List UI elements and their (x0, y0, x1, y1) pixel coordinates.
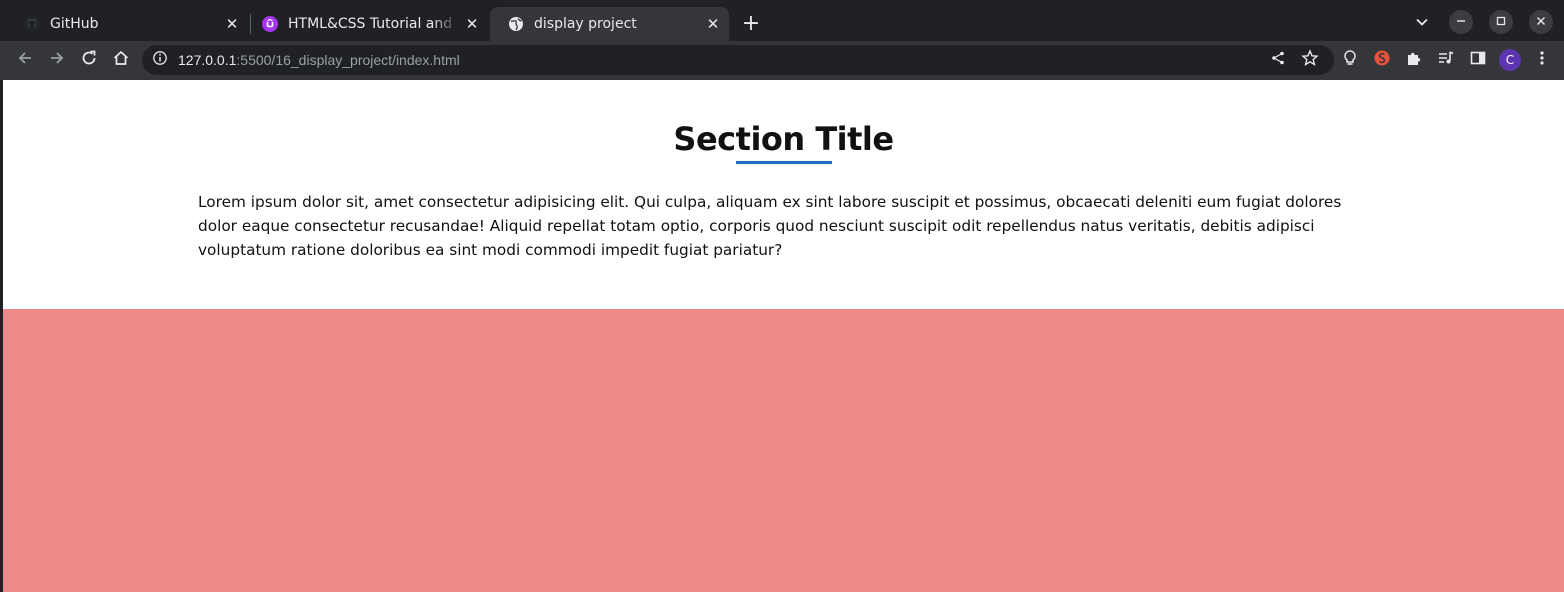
reload-icon (80, 49, 98, 71)
share-button[interactable] (1266, 48, 1290, 72)
arrow-right-icon (48, 49, 66, 71)
reload-button[interactable] (77, 48, 101, 72)
tab-display-project[interactable]: display project ✕ (490, 7, 729, 41)
url-path: :5500/16_display_project/index.html (236, 52, 460, 68)
section-title: Section Title (673, 120, 894, 158)
udemy-icon (262, 16, 278, 32)
star-icon (1301, 49, 1319, 71)
section-paragraph: Lorem ipsum dolor sit, amet consectetur … (198, 193, 1342, 259)
url-text[interactable]: 127.0.0.1:5500/16_display_project/index.… (178, 52, 460, 68)
info-icon (152, 50, 168, 70)
close-icon (1536, 15, 1546, 29)
close-icon[interactable]: ✕ (462, 14, 482, 34)
forward-button[interactable] (45, 48, 69, 72)
maximize-button[interactable] (1489, 10, 1513, 34)
chevron-down-icon (1415, 14, 1429, 33)
github-icon (24, 16, 40, 32)
side-panel-icon (1469, 49, 1487, 71)
share-icon (1270, 50, 1286, 70)
extension-lightbulb-button[interactable] (1338, 48, 1362, 72)
minimize-button[interactable] (1449, 10, 1473, 34)
new-tab-button[interactable]: + (738, 10, 764, 36)
site-info-button[interactable] (148, 48, 172, 72)
media-controls-button[interactable] (1434, 48, 1458, 72)
arrow-left-icon (16, 49, 34, 71)
back-button[interactable] (13, 48, 37, 72)
avatar: C (1499, 49, 1521, 71)
tab-github[interactable]: GitHub ✕ (6, 7, 248, 41)
home-button[interactable] (109, 48, 133, 72)
maximize-icon (1496, 15, 1506, 29)
extensions-button[interactable] (1402, 48, 1426, 72)
bookmark-button[interactable] (1298, 48, 1322, 72)
tab-strip: GitHub ✕ HTML&CSS Tutorial and Projects … (0, 0, 1564, 41)
colored-block (3, 309, 1564, 592)
content-section: Section Title Lorem ipsum dolor sit, ame… (3, 80, 1564, 309)
side-panel-button[interactable] (1466, 48, 1490, 72)
more-vertical-icon (1534, 50, 1550, 70)
title-underline (736, 161, 832, 164)
lightbulb-icon (1341, 49, 1359, 71)
tab-label: display project (534, 16, 637, 32)
minimize-icon (1456, 15, 1466, 29)
tab-label: HTML&CSS Tutorial and Projects (288, 16, 458, 32)
close-icon[interactable]: ✕ (222, 14, 242, 34)
tab-search-button[interactable] (1410, 11, 1434, 35)
puzzle-icon (1405, 49, 1423, 71)
page-viewport: Section Title Lorem ipsum dolor sit, ame… (3, 80, 1564, 592)
globe-icon (508, 16, 524, 32)
menu-button[interactable] (1530, 48, 1554, 72)
home-icon (112, 49, 130, 71)
tab-html-css-tutorial[interactable]: HTML&CSS Tutorial and Projects ✕ (244, 7, 488, 41)
tab-label: GitHub (50, 16, 99, 32)
url-host: 127.0.0.1 (178, 52, 237, 68)
profile-button[interactable]: C (1498, 48, 1522, 72)
close-window-button[interactable] (1529, 10, 1553, 34)
close-icon[interactable]: ✕ (703, 14, 723, 34)
music-queue-icon (1437, 49, 1455, 71)
extension-svelte-button[interactable] (1370, 48, 1394, 72)
svelte-icon (1373, 49, 1391, 71)
